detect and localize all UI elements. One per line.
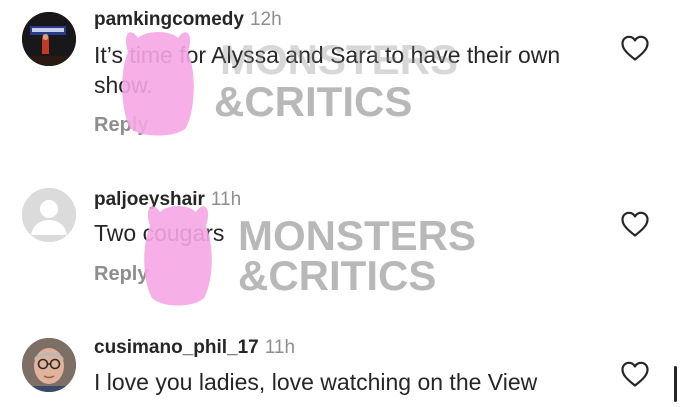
avatar[interactable] bbox=[22, 338, 76, 392]
like-button[interactable] bbox=[620, 210, 650, 238]
timestamp: 11h bbox=[264, 337, 296, 358]
reply-button[interactable]: Reply bbox=[94, 263, 148, 286]
reply-button[interactable]: Reply bbox=[94, 114, 148, 137]
heart-outline-icon bbox=[621, 361, 649, 387]
comment-text: It’s time for Alyssa and Sara to have th… bbox=[94, 42, 561, 98]
comment-meta: pamkingcomedy 12h bbox=[94, 9, 282, 31]
comment-item: cusimano_phil_17 11h I love you ladies, l… bbox=[0, 330, 680, 407]
stage-photo-icon bbox=[22, 12, 76, 66]
heart-outline-icon bbox=[621, 211, 649, 237]
like-button[interactable] bbox=[620, 34, 650, 62]
comment-text: I love you ladies, love watching on the … bbox=[94, 369, 538, 395]
comment-item: pamkingcomedy 12h It’s time for Alyssa an… bbox=[0, 0, 680, 160]
username[interactable]: paljoeyshair bbox=[94, 189, 205, 210]
heart-outline-icon bbox=[621, 35, 649, 61]
scrollbar[interactable] bbox=[674, 366, 677, 402]
timestamp: 11h bbox=[210, 189, 242, 210]
comment-meta: paljoeyshair 11h bbox=[94, 189, 241, 211]
comment-text: Two cougars bbox=[94, 220, 225, 246]
default-profile-icon bbox=[22, 188, 76, 242]
comment-item: paljoeyshair 11h Two cougars Reply bbox=[0, 170, 680, 330]
like-button[interactable] bbox=[620, 360, 650, 388]
username[interactable]: pamkingcomedy bbox=[94, 9, 244, 30]
username[interactable]: cusimano_phil_17 bbox=[94, 337, 259, 358]
man-with-glasses-photo-icon bbox=[22, 338, 76, 392]
avatar[interactable] bbox=[22, 188, 76, 242]
avatar[interactable] bbox=[22, 12, 76, 66]
timestamp: 12h bbox=[249, 9, 282, 30]
comment-meta: cusimano_phil_17 11h bbox=[94, 337, 295, 359]
